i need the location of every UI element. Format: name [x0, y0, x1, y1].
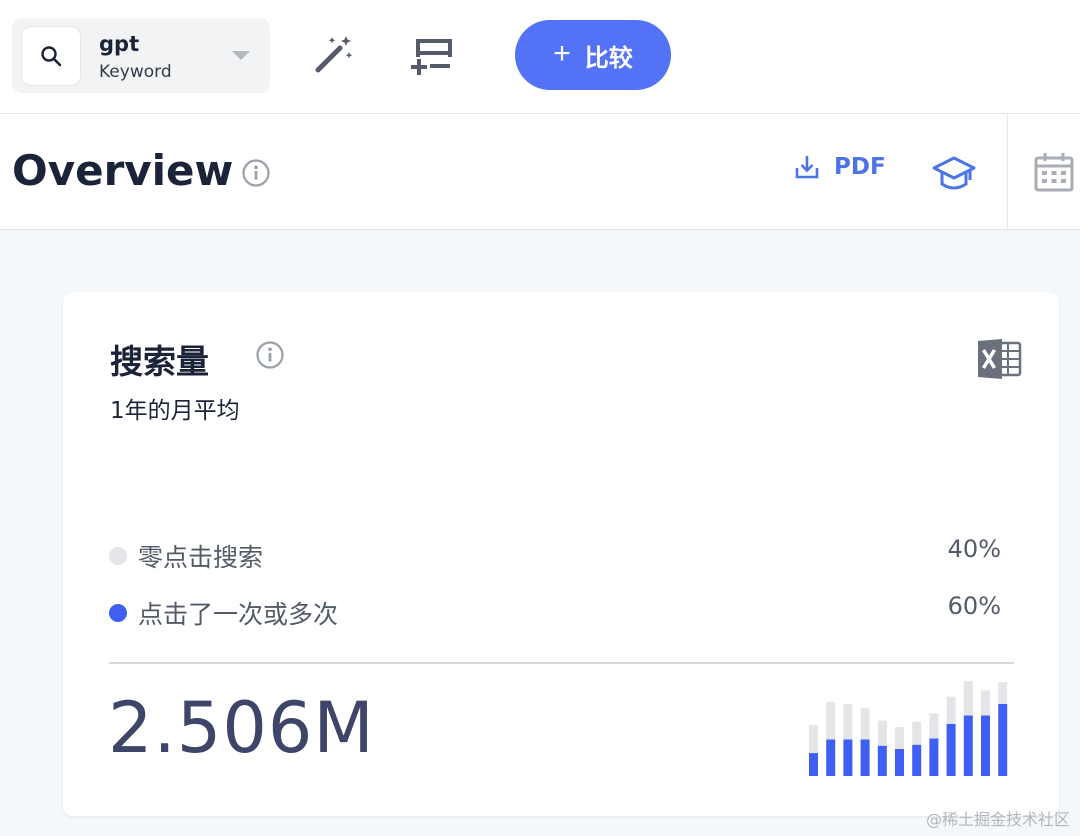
- bar-zero-click-segment: [860, 708, 870, 740]
- legend-label: 零点击搜索: [138, 543, 264, 572]
- divider: [109, 662, 1014, 664]
- legend-item-zero-click: 零点击搜索 40%: [109, 535, 1014, 572]
- info-icon[interactable]: [241, 158, 271, 188]
- legend-dot-icon: [109, 547, 127, 565]
- bar-clicked-segment: [929, 738, 939, 776]
- search-icon: [41, 46, 62, 67]
- legend-percentage: 40%: [947, 535, 1001, 563]
- search-volume-card: 搜索量 1年的月平均 零点击搜索 40% 点击了一次或多次 60% 2.506M: [63, 292, 1059, 816]
- bar-zero-click-segment: [929, 713, 939, 739]
- bar-clicked-segment: [912, 744, 922, 776]
- keyword-type: Keyword: [99, 62, 172, 82]
- add-list-icon: [411, 39, 452, 75]
- legend-dot-icon: [109, 604, 127, 622]
- bar-clicked-segment: [998, 704, 1008, 776]
- bar-clicked-segment: [981, 715, 990, 776]
- bar-zero-click-segment: [877, 720, 887, 746]
- card-subtitle: 1年的月平均: [110, 398, 240, 424]
- bar-clicked-segment: [963, 715, 973, 776]
- bar-zero-click-segment: [912, 721, 922, 745]
- bar-zero-click-segment: [826, 701, 836, 740]
- bar-zero-click-segment: [963, 681, 973, 716]
- compare-label: 比较: [584, 44, 633, 72]
- bar-zero-click-segment: [895, 727, 904, 749]
- bar-clicked-segment: [946, 723, 956, 776]
- bar-clicked-segment: [809, 753, 818, 776]
- monthly-volume-sparkline: [809, 681, 1008, 776]
- graduation-cap-icon[interactable]: [932, 154, 976, 194]
- excel-icon[interactable]: [978, 339, 1022, 379]
- bar-zero-click-segment: [946, 696, 956, 724]
- overview-header: Overview PDF: [0, 114, 1080, 230]
- legend-percentage: 60%: [947, 592, 1001, 620]
- card-title: 搜索量: [110, 342, 209, 381]
- magic-wand-icon: [315, 36, 353, 73]
- legend-label: 点击了一次或多次: [138, 600, 339, 629]
- bar-zero-click-segment: [843, 704, 853, 740]
- keyword-value: gpt: [99, 32, 140, 56]
- bar-clicked-segment: [895, 748, 904, 776]
- header-divider: [1007, 114, 1008, 229]
- bar-clicked-segment: [877, 745, 887, 776]
- watermark: @稀土掘金技术社区: [925, 810, 1070, 829]
- download-icon: [795, 156, 819, 179]
- page-title: Overview: [12, 146, 234, 195]
- search-button[interactable]: [21, 26, 81, 86]
- bar-zero-click-segment: [998, 682, 1008, 704]
- total-volume-value: 2.506M: [108, 687, 375, 769]
- bar-zero-click-segment: [981, 690, 990, 716]
- top-toolbar: gpt Keyword + 比较: [0, 0, 1080, 114]
- add-to-list-button[interactable]: [405, 28, 457, 80]
- pdf-export-button[interactable]: PDF: [794, 154, 886, 180]
- bar-zero-click-segment: [809, 724, 818, 754]
- magic-wand-button[interactable]: [306, 28, 358, 80]
- legend-item-clicked: 点击了一次或多次 60%: [109, 592, 1014, 629]
- pdf-label: PDF: [834, 154, 886, 180]
- plus-icon: +: [553, 36, 571, 70]
- chevron-down-icon[interactable]: [232, 51, 250, 60]
- info-icon[interactable]: [255, 340, 285, 370]
- bar-clicked-segment: [826, 739, 836, 776]
- bar-clicked-segment: [843, 739, 853, 776]
- keyword-selector[interactable]: gpt Keyword: [12, 18, 270, 93]
- compare-button[interactable]: + 比较: [515, 20, 671, 90]
- calendar-icon[interactable]: [1034, 152, 1074, 192]
- bar-clicked-segment: [860, 739, 870, 776]
